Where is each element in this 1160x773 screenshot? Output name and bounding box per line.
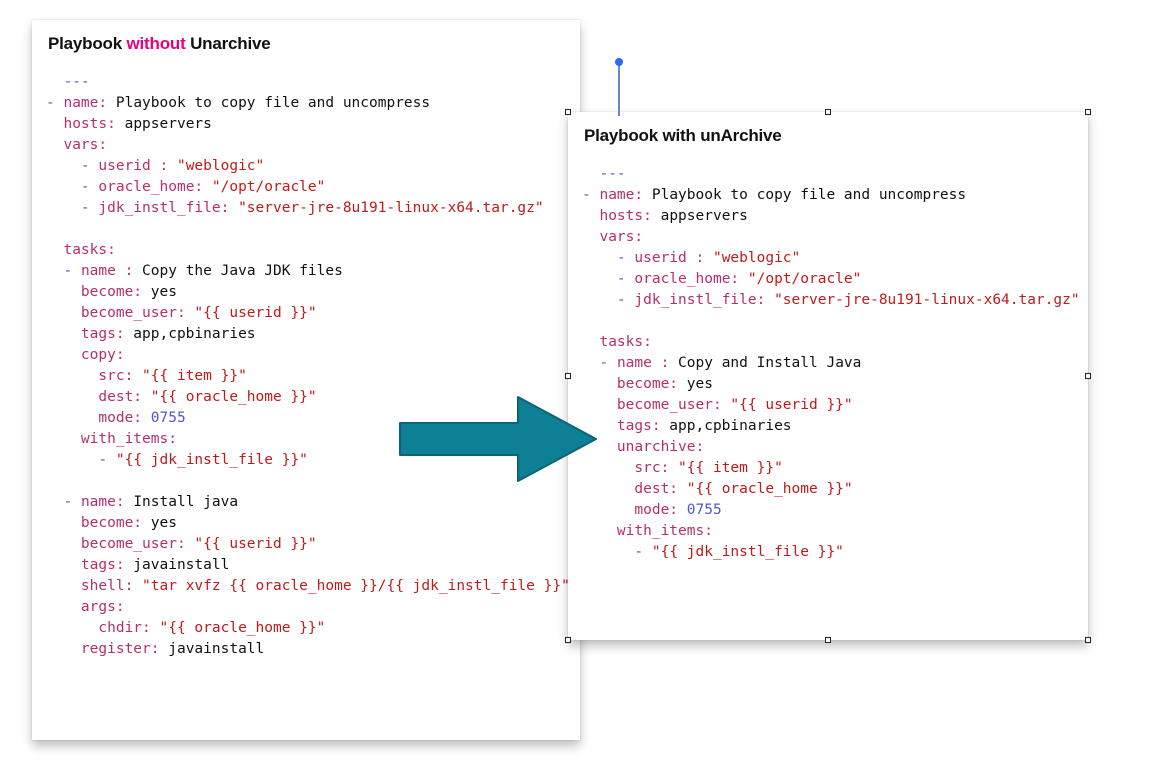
card-without-unarchive: Playbook without Unarchive --- - name: P… [32,20,580,740]
title-pre: Playbook [48,34,127,53]
code-block-right: --- - name: Playbook to copy file and un… [582,164,1076,563]
title-highlight: without [127,34,186,53]
card-with-unarchive: Playbook with unArchive --- - name: Play… [568,112,1088,640]
code-block-left: --- - name: Playbook to copy file and un… [46,72,568,660]
pin-decoration [614,58,624,116]
card-title-right: Playbook with unArchive [584,126,1076,146]
arrow-icon [398,393,598,485]
comparison-stage: Playbook without Unarchive --- - name: P… [0,0,1160,773]
title-post: Unarchive [186,34,271,53]
card-title-left: Playbook without Unarchive [48,34,568,54]
